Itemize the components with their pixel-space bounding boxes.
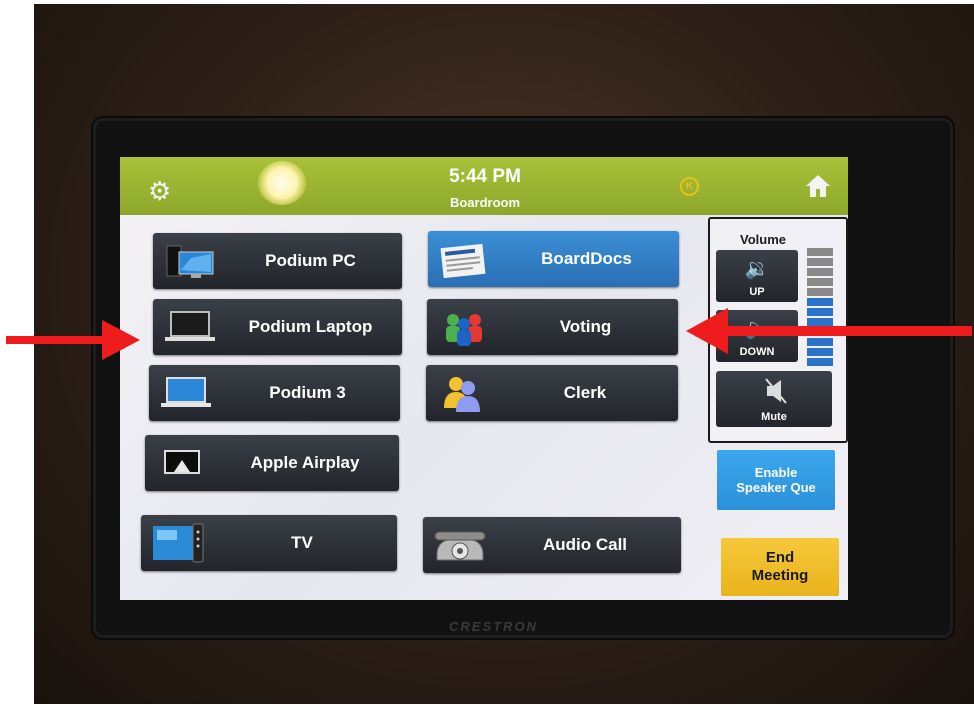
app-clerk-button[interactable]: Clerk — [426, 365, 678, 421]
mute-icon — [765, 378, 787, 404]
airplay-icon — [164, 450, 200, 474]
volume-up-button[interactable]: 🔉 UP — [716, 250, 798, 302]
volume-meter-segment — [807, 278, 833, 286]
source-podium-laptop-button[interactable]: Podium Laptop — [153, 299, 402, 355]
users-icon — [444, 377, 480, 412]
app-label: Clerk — [563, 383, 607, 402]
right-annotation-arrow — [686, 308, 972, 354]
volume-up-label: UP — [749, 286, 765, 298]
left-annotation-arrow — [6, 320, 140, 360]
k-logo-icon: K — [680, 177, 699, 196]
mute-label: Mute — [761, 411, 787, 423]
app-audio-call-button[interactable]: Audio Call — [423, 517, 681, 573]
header-bar: ⚙ 5:44 PM Boardroom K — [120, 157, 848, 215]
volume-title: Volume — [740, 232, 786, 247]
tv-remote-icon — [153, 523, 204, 563]
source-podium-pc-button[interactable]: Podium PC — [153, 233, 402, 289]
source-label: Podium PC — [265, 251, 356, 270]
telephone-icon — [434, 531, 486, 561]
people-group-icon — [446, 314, 482, 346]
speaker-queue-line1: Enable — [754, 465, 798, 480]
source-label: Apple Airplay — [250, 453, 360, 472]
volume-meter-segment — [807, 248, 833, 256]
volume-meter-segment — [807, 268, 833, 276]
source-apple-airplay-button[interactable]: Apple Airplay — [145, 435, 399, 491]
desktop-pc-icon — [166, 245, 214, 278]
gear-icon[interactable]: ⚙ — [148, 178, 172, 204]
end-meeting-line1: End — [765, 549, 795, 566]
end-meeting-button[interactable]: End Meeting — [721, 538, 839, 596]
speaker-up-icon: 🔉 — [744, 258, 770, 280]
app-boarddocs-button[interactable]: BoardDocs — [428, 231, 679, 287]
end-meeting-line2: Meeting — [751, 567, 809, 584]
volume-meter-segment — [807, 298, 833, 306]
home-icon[interactable] — [805, 173, 831, 199]
laptop-icon — [165, 311, 215, 341]
volume-meter-segment — [807, 258, 833, 266]
app-label: Audio Call — [542, 535, 628, 554]
clock-time: 5:44 PM — [449, 166, 521, 187]
touch-screen: ⚙ 5:44 PM Boardroom K Podium PC Podium L… — [120, 157, 848, 600]
app-label: Voting — [559, 317, 612, 336]
source-label: TV — [291, 533, 313, 552]
volume-meter-segment — [807, 358, 833, 366]
source-podium-3-button[interactable]: Podium 3 — [149, 365, 400, 421]
source-tv-button[interactable]: TV — [141, 515, 397, 571]
enable-speaker-queue-button[interactable]: Enable Speaker Que — [717, 450, 835, 510]
app-label: BoardDocs — [541, 249, 632, 268]
laptop-icon — [161, 377, 211, 407]
mute-button[interactable]: Mute — [716, 371, 832, 427]
volume-meter-segment — [807, 288, 833, 296]
newspaper-icon — [440, 243, 486, 279]
room-name: Boardroom — [449, 195, 521, 210]
brand-logo: CRESTRON — [449, 619, 538, 634]
light-glare — [258, 161, 306, 205]
source-label: Podium 3 — [269, 383, 346, 402]
app-voting-button[interactable]: Voting — [427, 299, 678, 355]
source-label: Podium Laptop — [248, 317, 373, 336]
speaker-queue-line2: Speaker Que — [736, 480, 816, 495]
